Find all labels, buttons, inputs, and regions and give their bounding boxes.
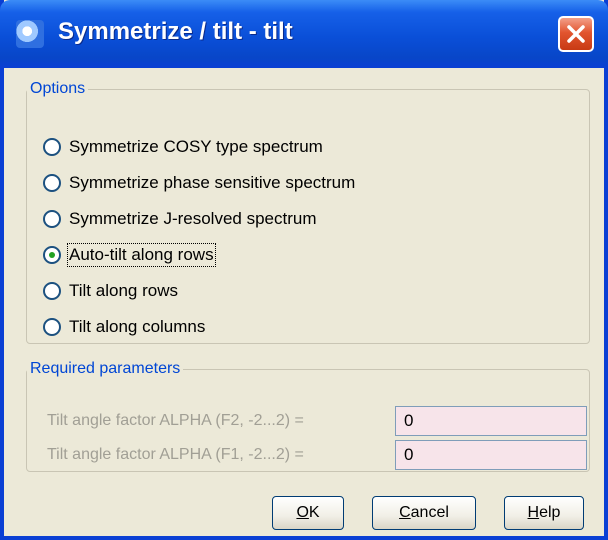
- radio-button-icon[interactable]: [43, 138, 61, 156]
- help-mnemonic: H: [527, 504, 540, 521]
- close-icon: [567, 25, 585, 43]
- cancel-label-rest: ancel: [410, 504, 449, 521]
- option-label: Tilt along rows: [69, 281, 178, 300]
- help-label-rest: elp: [539, 504, 561, 521]
- help-button[interactable]: Help: [504, 496, 584, 530]
- option-label: Symmetrize phase sensitive spectrum: [69, 173, 356, 192]
- param-label-f1: Tilt angle factor ALPHA (F1, -2...2) =: [47, 446, 304, 463]
- option-symmetrize-j-resolved[interactable]: Symmetrize J-resolved spectrum: [43, 204, 317, 234]
- param-label-f2: Tilt angle factor ALPHA (F2, -2...2) =: [47, 412, 304, 429]
- dialog-window: Symmetrize / tilt - tilt Options Symmetr…: [0, 0, 608, 540]
- option-symmetrize-phase-sensitive[interactable]: Symmetrize phase sensitive spectrum: [43, 168, 355, 198]
- radio-button-icon[interactable]: [43, 174, 61, 192]
- ok-label-rest: K: [308, 504, 320, 521]
- app-logo-icon: [16, 20, 44, 48]
- cancel-mnemonic: C: [399, 504, 411, 521]
- window-title: Symmetrize / tilt - tilt: [58, 18, 293, 45]
- required-parameters-group: Required parameters Tilt angle factor AL…: [26, 360, 590, 472]
- radio-button-icon[interactable]: [43, 210, 61, 228]
- option-label: Auto-tilt along rows: [67, 243, 216, 267]
- ok-button[interactable]: OK: [272, 496, 344, 530]
- option-label: Symmetrize J-resolved spectrum: [69, 209, 317, 228]
- radio-button-checked-icon[interactable]: [43, 246, 61, 264]
- options-group: Options Symmetrize COSY type spectrum Sy…: [26, 80, 590, 344]
- cancel-button[interactable]: Cancel: [372, 496, 476, 530]
- title-bar[interactable]: Symmetrize / tilt - tilt: [0, 0, 608, 68]
- option-symmetrize-cosy[interactable]: Symmetrize COSY type spectrum: [43, 132, 323, 162]
- ok-mnemonic: O: [296, 504, 309, 521]
- option-label: Symmetrize COSY type spectrum: [69, 137, 323, 156]
- alpha-f1-input[interactable]: 0: [395, 440, 587, 470]
- radio-button-icon[interactable]: [43, 318, 61, 336]
- option-auto-tilt-rows[interactable]: Auto-tilt along rows: [43, 240, 216, 270]
- option-tilt-rows[interactable]: Tilt along rows: [43, 276, 178, 306]
- radio-button-icon[interactable]: [43, 282, 61, 300]
- option-label: Tilt along columns: [69, 317, 206, 336]
- option-tilt-columns[interactable]: Tilt along columns: [43, 312, 205, 342]
- close-button[interactable]: [558, 16, 594, 52]
- params-legend: Required parameters: [30, 360, 181, 377]
- options-legend: Options: [30, 80, 86, 97]
- alpha-f2-input[interactable]: 0: [395, 406, 587, 436]
